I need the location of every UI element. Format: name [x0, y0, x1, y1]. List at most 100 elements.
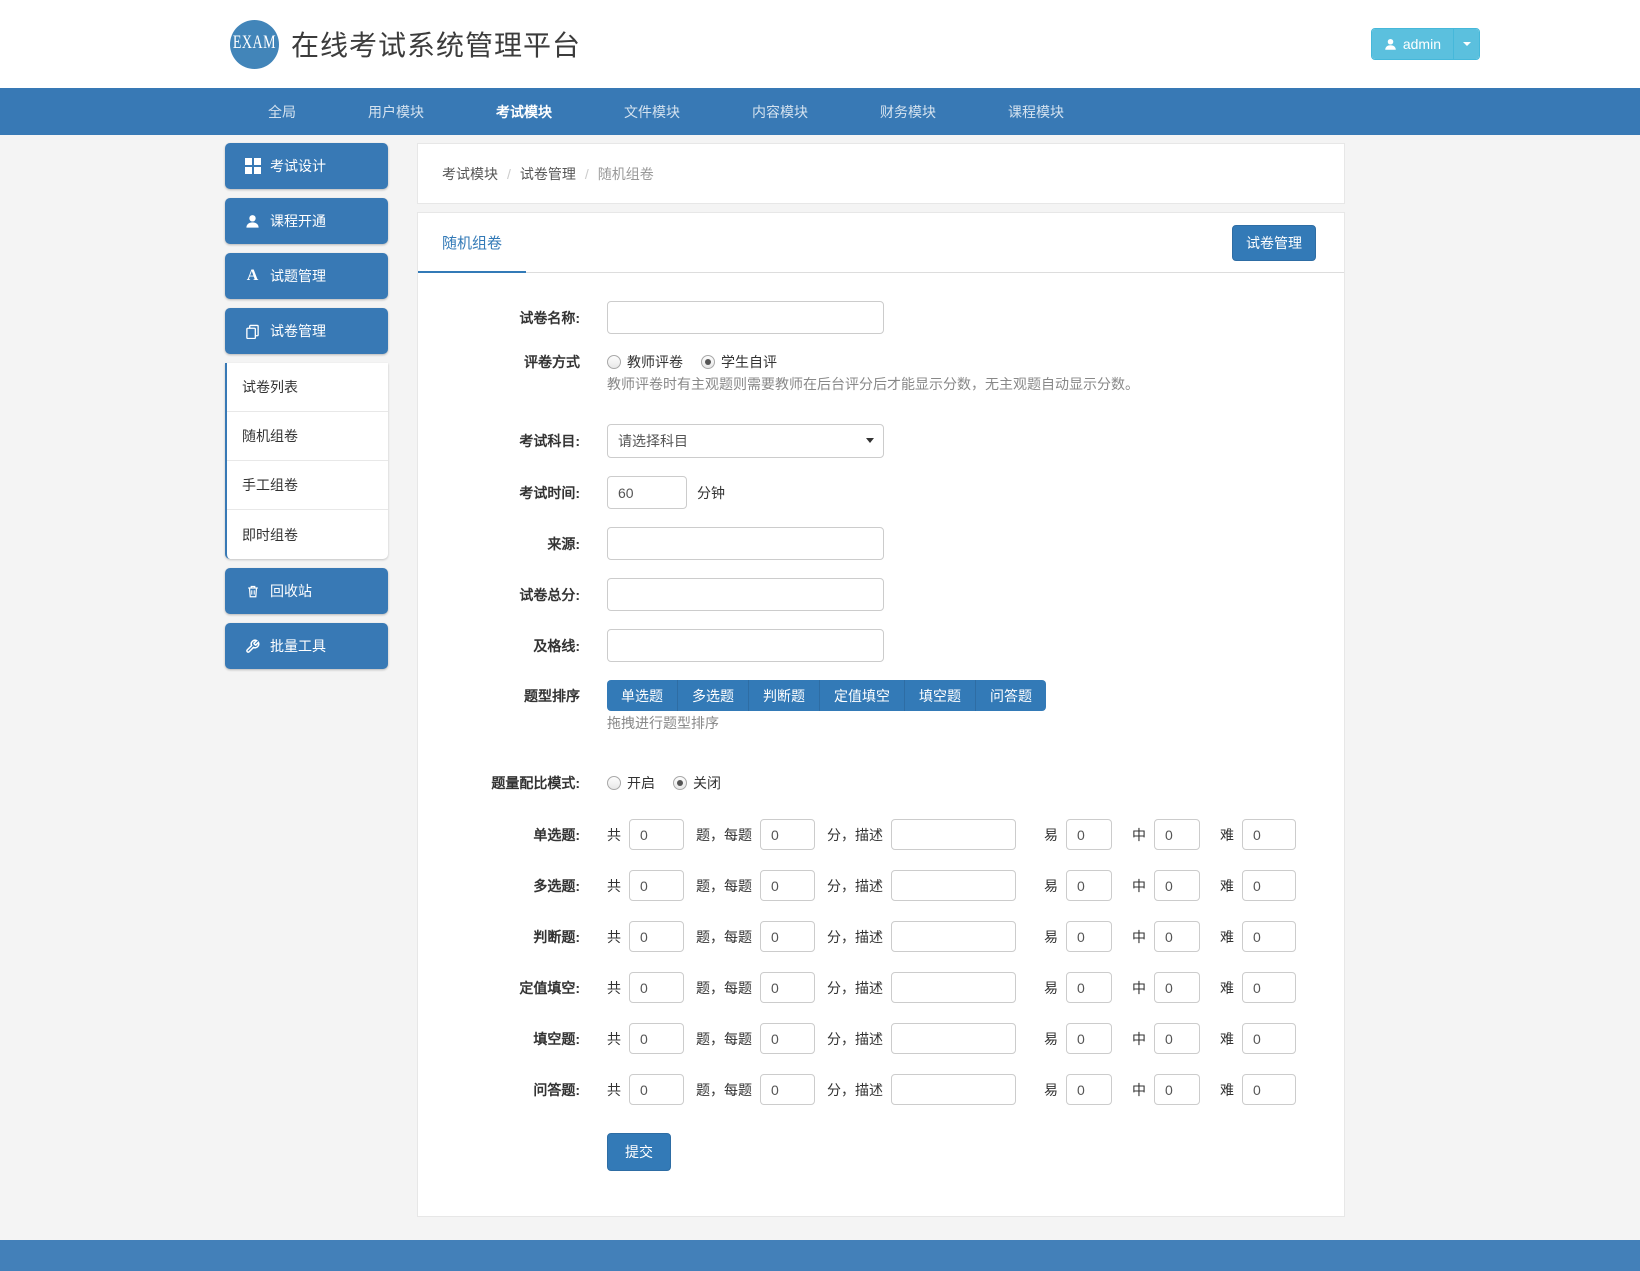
mid-input[interactable]: [1154, 1023, 1200, 1054]
score-unit-text: 分，描述: [827, 876, 883, 896]
order-btn-true-false[interactable]: 判断题: [749, 680, 820, 711]
easy-input[interactable]: [1066, 921, 1112, 952]
order-btn-fixed-blank[interactable]: 定值填空: [820, 680, 905, 711]
subject-select[interactable]: 请选择科目: [607, 424, 884, 458]
total-score-input[interactable]: [607, 578, 884, 611]
submenu-item-instant-paper[interactable]: 即时组卷: [227, 510, 388, 559]
panel-header: 随机组卷 试卷管理: [418, 213, 1344, 273]
sidebar-item-question-manage[interactable]: A 试题管理: [225, 253, 388, 299]
order-btn-essay[interactable]: 问答题: [976, 680, 1046, 711]
order-btn-fill-blank[interactable]: 填空题: [905, 680, 976, 711]
breadcrumb-paper-manage[interactable]: 试卷管理: [520, 164, 576, 184]
source-input[interactable]: [607, 527, 884, 560]
radio-icon: [607, 355, 621, 369]
easy-text: 易: [1044, 825, 1058, 845]
radio-label: 教师评卷: [627, 352, 683, 372]
score-input[interactable]: [760, 1074, 815, 1105]
desc-input[interactable]: [891, 1074, 1016, 1105]
hard-input[interactable]: [1242, 819, 1296, 850]
mid-input[interactable]: [1154, 819, 1200, 850]
nav-item-user-module[interactable]: 用户模块: [332, 88, 460, 135]
quota-row-label: 定值填空:: [418, 978, 580, 998]
hard-input[interactable]: [1242, 972, 1296, 1003]
sidebar-item-label: 考试设计: [270, 156, 326, 176]
pass-line-input[interactable]: [607, 629, 884, 662]
mid-input[interactable]: [1154, 972, 1200, 1003]
nav-item-file-module[interactable]: 文件模块: [588, 88, 716, 135]
score-input[interactable]: [760, 870, 815, 901]
easy-input[interactable]: [1066, 1074, 1112, 1105]
breadcrumb-exam-module[interactable]: 考试模块: [442, 164, 498, 184]
easy-input[interactable]: [1066, 972, 1112, 1003]
count-input[interactable]: [629, 870, 684, 901]
quota-row-single-choice: 单选题: 共 题，每题 分，描述 易 中 难: [418, 819, 1320, 850]
hard-input[interactable]: [1242, 870, 1296, 901]
radio-ratio-off[interactable]: 关闭: [673, 773, 721, 793]
count-unit-text: 题，每题: [696, 876, 752, 896]
count-input[interactable]: [629, 972, 684, 1003]
radio-student-self-grading[interactable]: 学生自评: [701, 352, 777, 372]
order-btn-multi-choice[interactable]: 多选题: [678, 680, 749, 711]
score-input[interactable]: [760, 1023, 815, 1054]
count-input[interactable]: [629, 921, 684, 952]
paper-name-input[interactable]: [607, 301, 884, 334]
submenu-item-random-paper[interactable]: 随机组卷: [227, 412, 388, 461]
submit-button[interactable]: 提交: [607, 1133, 671, 1171]
count-input[interactable]: [629, 1074, 684, 1105]
radio-ratio-on[interactable]: 开启: [607, 773, 655, 793]
exam-logo: EXAM: [230, 20, 279, 69]
count-input[interactable]: [629, 1023, 684, 1054]
desc-input[interactable]: [891, 870, 1016, 901]
score-input[interactable]: [760, 921, 815, 952]
sidebar-item-batch-tools[interactable]: 批量工具: [225, 623, 388, 669]
user-icon: [244, 213, 261, 229]
user-button[interactable]: admin: [1372, 29, 1453, 59]
score-unit-text: 分，描述: [827, 978, 883, 998]
hard-input[interactable]: [1242, 1023, 1296, 1054]
paper-manage-button[interactable]: 试卷管理: [1232, 225, 1316, 261]
duration-unit: 分钟: [697, 483, 725, 503]
nav-item-exam-module[interactable]: 考试模块: [460, 88, 588, 135]
desc-input[interactable]: [891, 1023, 1016, 1054]
user-dropdown-toggle[interactable]: [1453, 29, 1479, 59]
easy-input[interactable]: [1066, 819, 1112, 850]
hard-input[interactable]: [1242, 921, 1296, 952]
count-unit-text: 题，每题: [696, 1080, 752, 1100]
mid-input[interactable]: [1154, 870, 1200, 901]
tab-random-paper[interactable]: 随机组卷: [418, 214, 526, 273]
easy-input[interactable]: [1066, 1023, 1112, 1054]
nav-item-course-module[interactable]: 课程模块: [972, 88, 1100, 135]
random-paper-panel: 随机组卷 试卷管理 试卷名称: 评卷方式 教师评卷: [417, 212, 1345, 1217]
sidebar-item-recycle-bin[interactable]: 回收站: [225, 568, 388, 614]
duration-input[interactable]: [607, 476, 687, 509]
total-text: 共: [607, 978, 621, 998]
sidebar-item-exam-design[interactable]: 考试设计: [225, 143, 388, 189]
main-content: 考试模块 / 试卷管理 / 随机组卷 随机组卷 试卷管理 试卷名称:: [417, 143, 1345, 1217]
desc-input[interactable]: [891, 921, 1016, 952]
easy-input[interactable]: [1066, 870, 1112, 901]
score-input[interactable]: [760, 972, 815, 1003]
mid-input[interactable]: [1154, 921, 1200, 952]
top-navigation: 全局 用户模块 考试模块 文件模块 内容模块 财务模块 课程模块: [0, 88, 1640, 135]
radio-teacher-grading[interactable]: 教师评卷: [607, 352, 683, 372]
hard-text: 难: [1220, 927, 1234, 947]
mid-text: 中: [1132, 876, 1146, 896]
easy-text: 易: [1044, 927, 1058, 947]
nav-item-content-module[interactable]: 内容模块: [716, 88, 844, 135]
hard-input[interactable]: [1242, 1074, 1296, 1105]
submenu-item-manual-paper[interactable]: 手工组卷: [227, 461, 388, 510]
breadcrumb-separator: /: [585, 166, 589, 182]
sidebar-item-course-open[interactable]: 课程开通: [225, 198, 388, 244]
order-btn-single-choice[interactable]: 单选题: [607, 680, 678, 711]
score-unit-text: 分，描述: [827, 1029, 883, 1049]
total-text: 共: [607, 876, 621, 896]
nav-item-global[interactable]: 全局: [232, 88, 332, 135]
desc-input[interactable]: [891, 819, 1016, 850]
score-input[interactable]: [760, 819, 815, 850]
sidebar-item-paper-manage[interactable]: 试卷管理: [225, 308, 388, 354]
submenu-item-paper-list[interactable]: 试卷列表: [227, 363, 388, 412]
mid-input[interactable]: [1154, 1074, 1200, 1105]
desc-input[interactable]: [891, 972, 1016, 1003]
count-input[interactable]: [629, 819, 684, 850]
nav-item-finance-module[interactable]: 财务模块: [844, 88, 972, 135]
